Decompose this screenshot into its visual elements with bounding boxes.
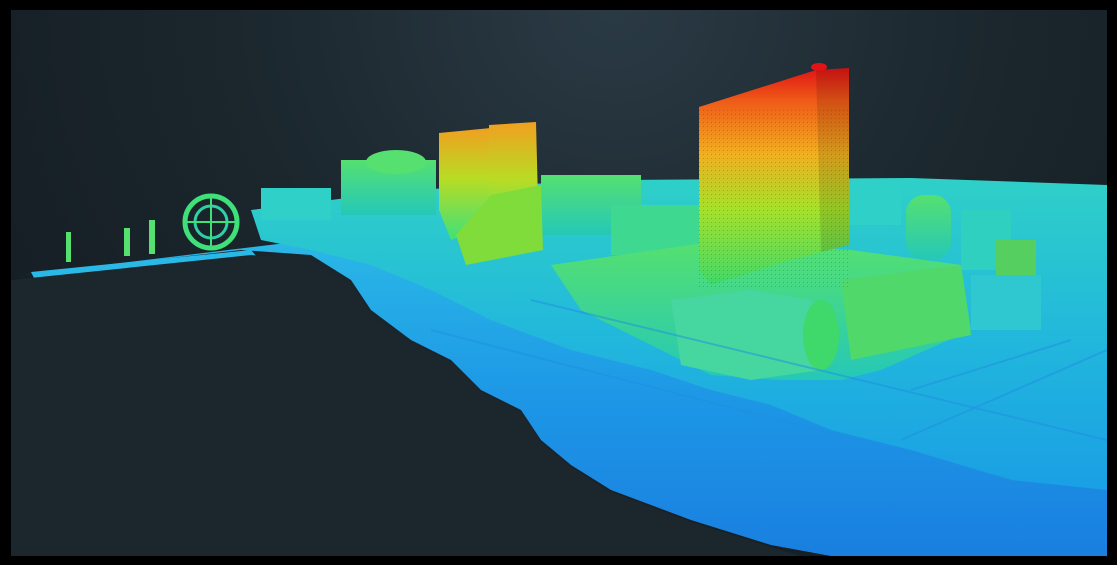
pier-spires xyxy=(66,220,155,262)
point-cloud-viewport[interactable] xyxy=(11,10,1107,556)
image-frame xyxy=(0,0,1117,565)
tall-tower xyxy=(699,63,849,287)
ferris-wheel xyxy=(182,193,240,251)
point-cloud-render xyxy=(11,63,1107,556)
